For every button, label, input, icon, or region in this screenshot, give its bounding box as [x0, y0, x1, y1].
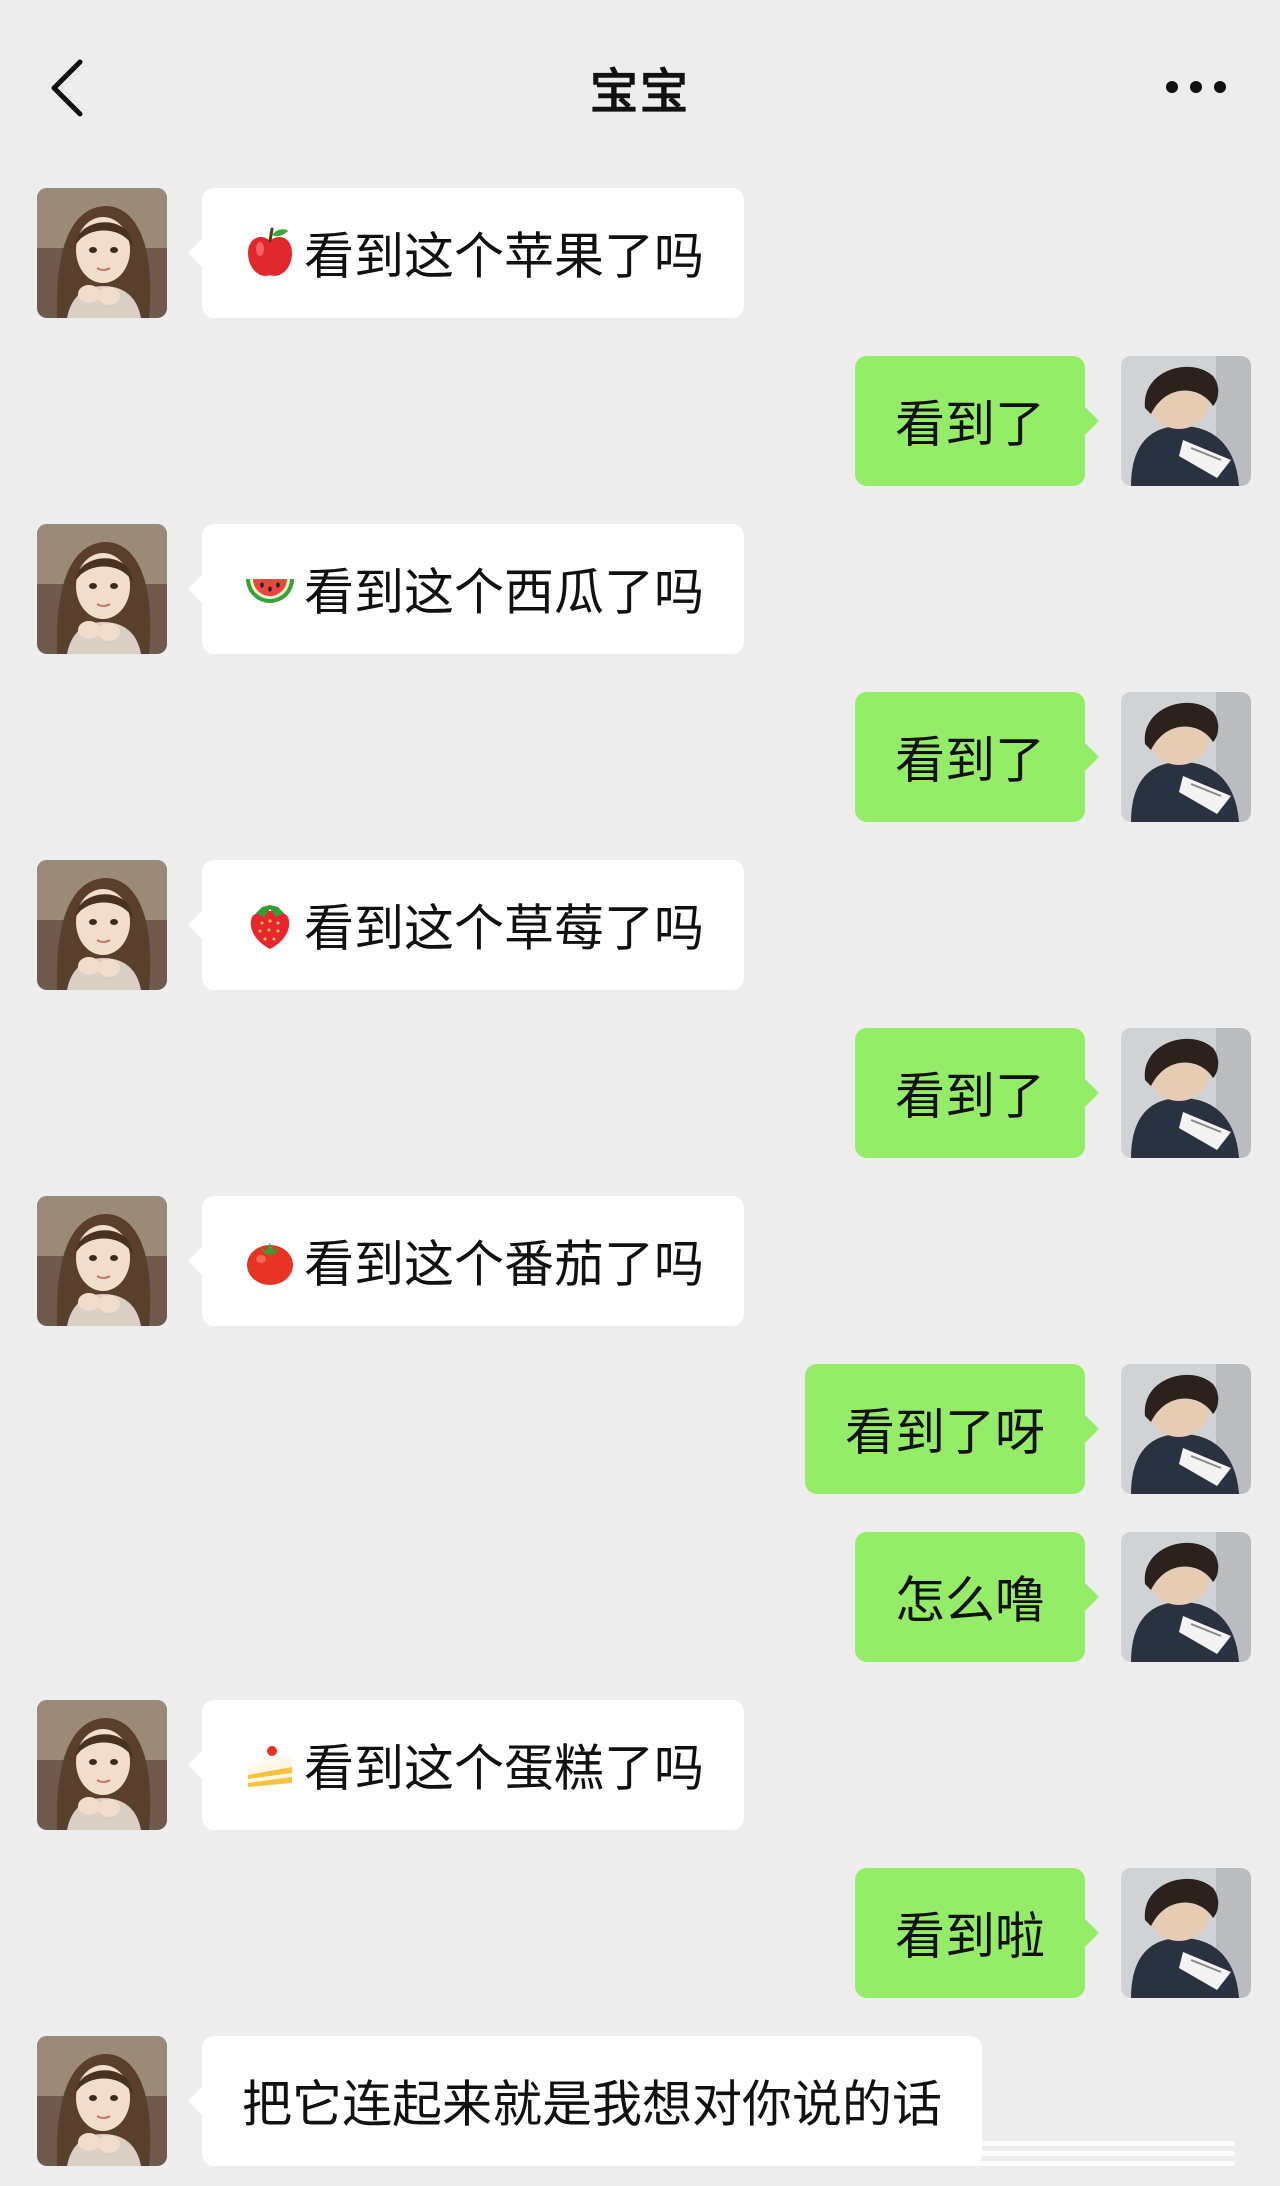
watermelon-icon — [242, 561, 298, 617]
message-text: 看到这个苹果了吗 — [304, 227, 704, 286]
ellipsis-icon — [1166, 81, 1226, 93]
sent-message-bubble[interactable]: 怎么噜 — [855, 1532, 1099, 1662]
contact-avatar[interactable] — [37, 188, 167, 318]
strawberry-icon — [242, 897, 298, 953]
received-message-bubble[interactable]: 看到这个蛋糕了吗 — [188, 1700, 744, 1830]
contact-avatar[interactable] — [37, 1196, 167, 1326]
apple-icon — [242, 225, 298, 281]
tomato-icon — [242, 1233, 298, 1289]
chat-header: 宝宝 — [0, 0, 1280, 170]
my-avatar[interactable] — [1121, 1532, 1251, 1662]
cake-icon — [242, 1737, 298, 1793]
message-text: 看到这个番茄了吗 — [304, 1235, 704, 1294]
message-text: 看到这个草莓了吗 — [304, 899, 704, 958]
contact-avatar[interactable] — [37, 860, 167, 990]
message-text: 看到啦 — [895, 1907, 1045, 1966]
message-text: 看到了 — [895, 1067, 1045, 1126]
contact-avatar[interactable] — [37, 524, 167, 654]
chat-title: 宝宝 — [589, 64, 690, 120]
sent-message-bubble[interactable]: 看到了 — [855, 356, 1099, 486]
my-avatar[interactable] — [1121, 1028, 1251, 1158]
received-message-bubble[interactable]: 看到这个番茄了吗 — [188, 1196, 744, 1326]
message-text: 看到了 — [895, 731, 1045, 790]
my-avatar[interactable] — [1121, 1364, 1251, 1494]
watermark-icon — [935, 2135, 1255, 2171]
message-text: 看到这个蛋糕了吗 — [304, 1739, 704, 1798]
message-text: 看到了呀 — [845, 1403, 1045, 1462]
sent-message-bubble[interactable]: 看到了 — [855, 692, 1099, 822]
received-message-bubble[interactable]: 看到这个苹果了吗 — [188, 188, 744, 318]
more-options-button[interactable] — [1164, 72, 1228, 102]
sent-message-bubble[interactable]: 看到了 — [855, 1028, 1099, 1158]
contact-avatar[interactable] — [37, 2036, 167, 2166]
my-avatar[interactable] — [1121, 1868, 1251, 1998]
sent-message-bubble[interactable]: 看到啦 — [855, 1868, 1099, 1998]
message-text: 怎么噜 — [895, 1571, 1045, 1630]
contact-avatar[interactable] — [37, 1700, 167, 1830]
message-text: 把它连起来就是我想对你说的话 — [242, 2075, 942, 2134]
sent-message-bubble[interactable]: 看到了呀 — [805, 1364, 1099, 1494]
message-text: 看到了 — [895, 395, 1045, 454]
my-avatar[interactable] — [1121, 692, 1251, 822]
message-text: 看到这个西瓜了吗 — [304, 563, 704, 622]
my-avatar[interactable] — [1121, 356, 1251, 486]
received-message-bubble[interactable]: 看到这个草莓了吗 — [188, 860, 744, 990]
received-message-bubble[interactable]: 看到这个西瓜了吗 — [188, 524, 744, 654]
received-message-bubble[interactable]: 把它连起来就是我想对你说的话 — [188, 2036, 982, 2166]
